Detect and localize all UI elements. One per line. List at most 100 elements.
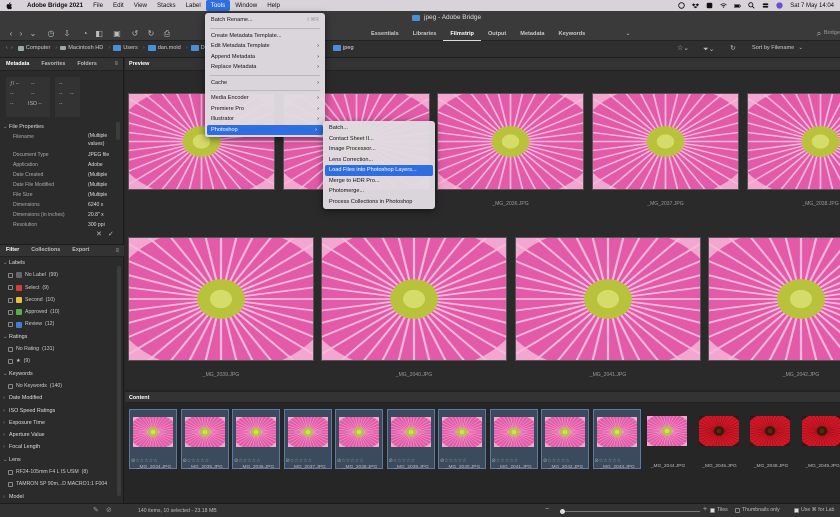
rating-stars[interactable]: ⊘☆☆☆☆☆ [286,458,313,464]
menu-file[interactable]: File [88,0,108,11]
trash-icon[interactable]: ⎙ [162,29,172,39]
pin-icon[interactable]: ✎ [93,506,99,514]
get-photos-icon[interactable]: ⇩ [62,29,72,39]
tab-collections[interactable]: Collections [25,244,66,257]
sort-dropdown[interactable]: Sort by Filename ⌄ [752,45,803,51]
filter-labels-header[interactable]: ⌄Labels [0,257,124,269]
photoshop-menu-item[interactable]: Batch... [323,123,435,134]
preview-image[interactable] [285,207,543,389]
content-thumbnail[interactable]: _MG_2049.JPG [793,408,840,469]
tools-menu-item[interactable]: Replace Metadata › [205,62,325,73]
content-thumbnail[interactable]: ⊘☆☆☆☆☆ _MG_2035.JPG [176,409,233,470]
use-label-option[interactable]: Use ⌘ for Lab [794,507,834,513]
recent-files-icon[interactable]: ◷ [46,29,56,39]
content-thumbnail[interactable]: ⊘☆☆☆☆☆ _MG_2038.JPG [331,409,387,470]
thumbnails-only-option[interactable]: Thumbnails only [735,507,780,513]
filter-label-item[interactable]: Second (10) [0,294,124,306]
photoshop-menu-item[interactable]: Photomerge... [323,186,435,197]
creative-cloud-icon[interactable] [678,2,686,9]
rotate-ccw-icon[interactable]: ↺ [130,29,140,39]
battery-icon[interactable] [734,2,742,9]
photoshop-menu-item[interactable]: Contact Sheet II... [323,134,435,145]
content-thumbnail[interactable]: ⊘☆☆☆☆☆ _MG_2039.JPG [382,409,439,470]
content-thumbnail[interactable]: ⊘☆☆☆☆☆ _MG_2043.JPG [588,409,645,470]
content-thumbnail[interactable]: ⊘☆☆☆☆☆ _MG_2037.JPG [279,409,336,470]
zoom-out-icon[interactable]: − [545,506,549,513]
filter-lens-header[interactable]: ⌄Lens [0,454,124,466]
photoshop-menu-item[interactable]: Process Collections in Photoshop [323,197,435,208]
slider-knob[interactable] [560,509,565,514]
menu-view[interactable]: View [129,0,152,11]
rating-stars[interactable]: ⊘☆☆☆☆☆ [543,458,570,464]
tools-menu-item[interactable]: Append Metadata › [205,52,325,63]
menu-help[interactable]: Help [262,0,285,11]
photoshop-menu-item[interactable]: Merge to HDR Pro... [323,176,435,187]
lens-item[interactable]: TAMRON SP 90m...D MACRO1:1 F004 [0,478,124,490]
output-icon[interactable]: ▣ [112,29,122,39]
content-thumbnail[interactable]: ⊘☆☆☆☆☆ _MG_2042.JPG [537,409,593,470]
workspace-metadata[interactable]: Metadata [513,27,551,41]
rating-stars[interactable]: ⊘☆☆☆☆☆ [234,458,261,464]
menu-label[interactable]: Label [181,0,206,11]
breadcrumb-back-icon[interactable]: ‹ [6,45,8,51]
tab-filter[interactable]: Filter [0,244,25,257]
rating-stars[interactable]: ⊘☆☆☆☆☆ [492,458,519,464]
no-entry-icon[interactable]: ⊘ [106,506,112,514]
filter-keywords-header[interactable]: ⌄Keywords [0,368,124,380]
breadcrumb-user[interactable]: dan.mold › [147,45,188,51]
rating-item-checkbox[interactable] [8,346,13,352]
filter-funnel-icon[interactable]: ⏷⌄ [703,45,714,54]
rating-stars[interactable]: ⊘☆☆☆☆☆ [131,458,158,464]
workspace-more-icon[interactable]: ⌄ [623,29,633,39]
content-thumbnail[interactable]: _MG_2044.JPG [639,408,695,469]
workspace-libraries[interactable]: Libraries [406,27,444,41]
tools-menu-item[interactable]: Create Metadata Template... [205,31,325,42]
keyword-item-checkbox[interactable] [8,383,13,389]
preview-image[interactable] [719,71,840,213]
tiles-checkbox[interactable] [710,507,715,513]
lens-item-checkbox[interactable] [8,469,13,475]
lens-item-checkbox[interactable] [8,481,13,487]
content-thumbnail[interactable]: ⊘☆☆☆☆☆ _MG_2040.JPG [434,409,490,470]
label-checkbox[interactable] [8,272,13,278]
breadcrumb-jpeg[interactable]: jpeg [333,45,354,51]
dropbox-icon[interactable] [692,2,700,9]
tools-menu-item[interactable]: Media Encoder › [205,93,325,104]
breadcrumb-macintosh-hd[interactable]: Macintosh HD › [60,45,110,51]
back-arrow-icon[interactable]: ‹ [6,29,16,39]
breadcrumb-computer[interactable]: Computer › [17,45,57,51]
workspace-keywords[interactable]: Keywords [552,27,593,41]
keyword-item[interactable]: No Keywords (140) [0,380,124,392]
breadcrumb-forward-icon[interactable]: › [11,45,13,51]
rating-item-checkbox[interactable] [8,359,13,365]
content-thumbnail[interactable]: ⊘☆☆☆☆☆ _MG_2041.JPG [485,409,542,470]
rating-stars[interactable]: ⊘☆☆☆☆☆ [337,458,364,464]
filter-aperture[interactable]: › Aperture Value [0,429,124,441]
preview-image[interactable] [409,71,612,213]
filter-label-item[interactable]: Review (12) [0,318,124,330]
content-thumbnail[interactable]: _MG_2045.JPG [690,408,747,469]
photoshop-menu-item[interactable]: Image Processor... [323,144,435,155]
menubar-clock[interactable]: Sat 7 May 14:04 [790,3,834,9]
workspace-output[interactable]: Output [481,27,513,41]
control-center-icon[interactable] [762,2,769,9]
cancel-icon[interactable]: ✕ [96,230,102,238]
tiles-option[interactable]: Tiles [710,507,728,513]
rating-stars[interactable]: ⊘☆☆☆☆☆ [389,458,416,464]
search-input[interactable]: Bridge [824,30,840,36]
filter-label-item[interactable]: Select (9) [0,282,124,294]
open-in-camera-raw-icon[interactable]: ◧ [94,29,104,39]
filter-label-item[interactable]: No Label (99) [0,269,124,281]
label-checkbox[interactable] [8,285,13,291]
lens-item[interactable]: RF24-105mm F4 L IS USM (8) [0,466,124,478]
rotate-icon[interactable]: ↻ [730,44,736,52]
preview-image[interactable] [564,71,767,213]
refine-icon[interactable]: ◔ [80,29,90,39]
panel-menu-icon[interactable]: ≡ [114,61,118,67]
preview-image[interactable] [125,207,350,389]
tab-export[interactable]: Export [66,244,95,257]
tools-menu-item[interactable]: Batch Rename... ⇧⌘R [205,15,325,26]
rotate-cw-icon[interactable]: ↻ [146,29,156,39]
filter-scrollbar[interactable] [117,266,121,496]
tab-folders[interactable]: Folders [71,58,102,71]
